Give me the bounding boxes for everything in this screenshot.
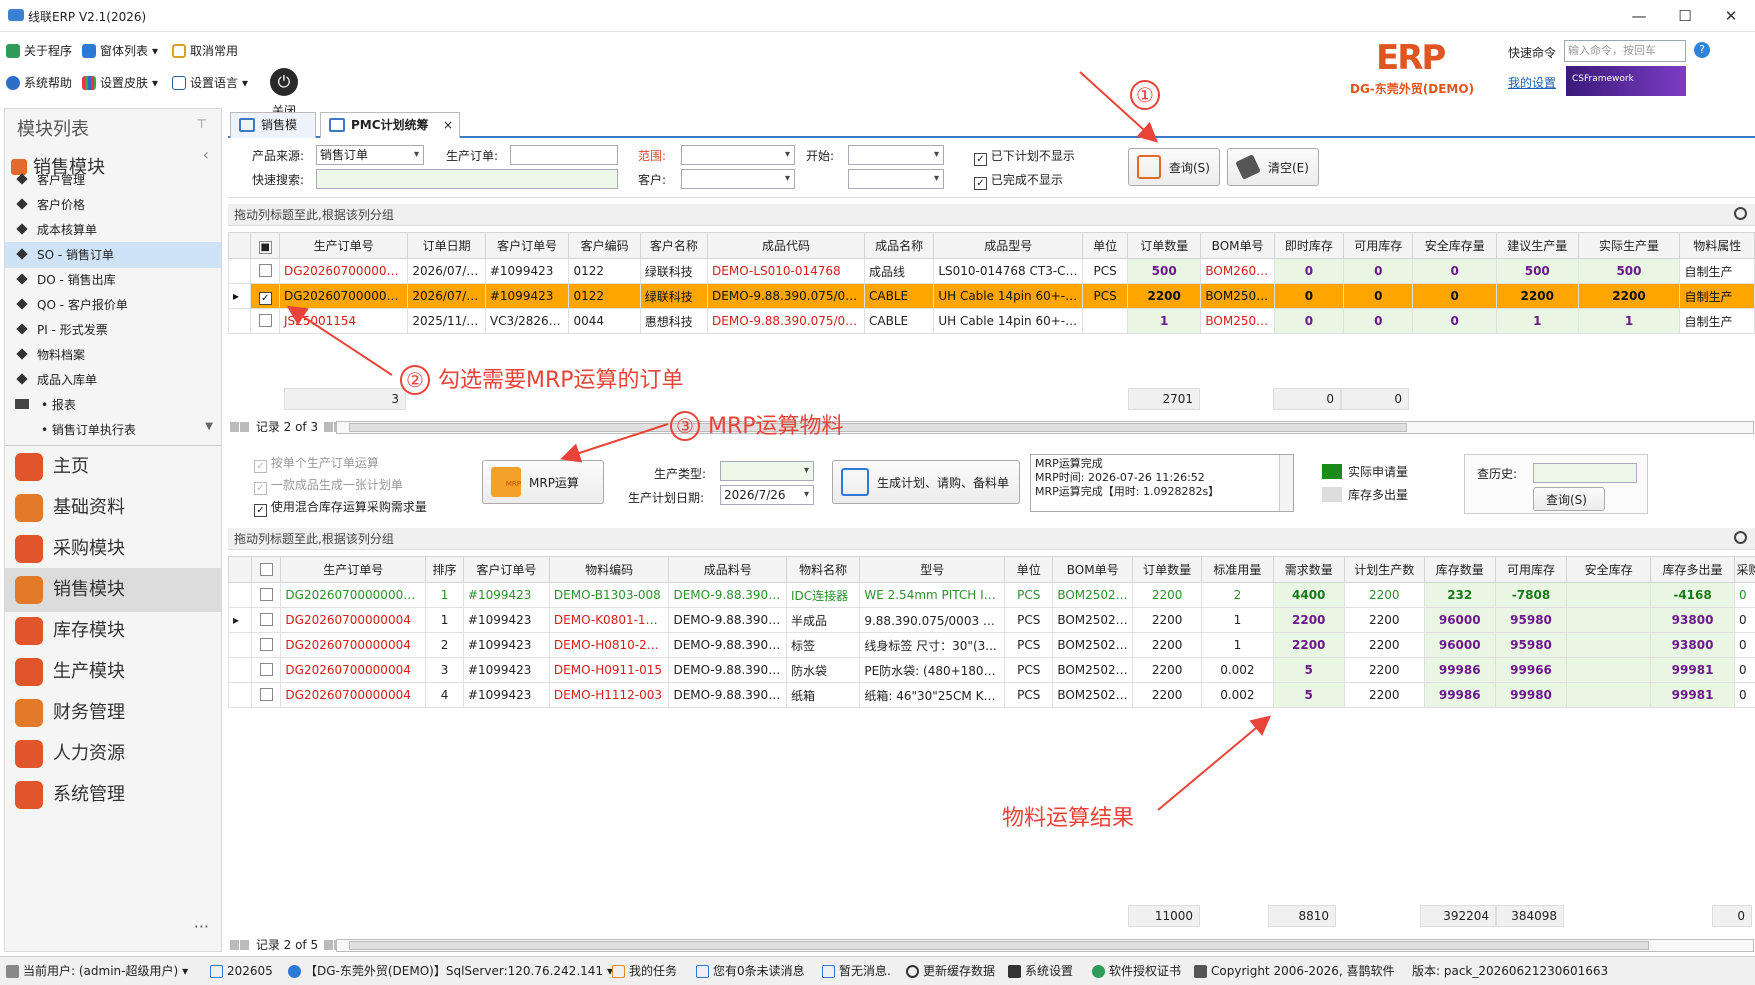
calendar-icon xyxy=(210,964,223,978)
annotation-3: ③ MRP运算物料 xyxy=(670,408,844,441)
status-settings-label: 系统设置 xyxy=(1025,964,1074,978)
dropdown-arrow-icon: ▾ xyxy=(182,964,189,978)
tools-icon xyxy=(1008,964,1021,978)
annotation-4: 物料运算结果 xyxy=(1002,800,1134,832)
status-tasks-label: 我的任务 xyxy=(629,964,678,978)
status-bar: 当前用户: (admin-超级用户) ▾ 202605 【DG-东莞外贸(DEMO… xyxy=(0,956,1755,985)
status-cache[interactable]: 更新缓存数据 xyxy=(906,957,995,985)
status-nomsg-label: 暂无消息. xyxy=(839,964,891,978)
status-user[interactable]: 当前用户: (admin-超级用户) ▾ xyxy=(6,957,188,985)
status-cache-label: 更新缓存数据 xyxy=(923,964,996,978)
annotation-text: 勾选需要MRP运算的订单 xyxy=(438,368,684,393)
status-nomsg[interactable]: 暂无消息. xyxy=(822,957,891,985)
refresh-icon xyxy=(906,964,919,978)
annotation-2: ② 勾选需要MRP运算的订单 xyxy=(400,362,684,395)
status-period[interactable]: 202605 xyxy=(210,957,273,985)
status-unread[interactable]: 您有0条未读消息 xyxy=(696,957,805,985)
annotation-number: ② xyxy=(400,365,430,395)
status-user-label: 当前用户: (admin-超级用户) xyxy=(23,964,179,978)
status-tasks[interactable]: 我的任务 xyxy=(612,957,677,985)
annotation-1: ① xyxy=(1130,80,1168,110)
status-unread-label: 您有0条未读消息 xyxy=(713,964,805,978)
status-license-label: 软件授权证书 xyxy=(1109,964,1182,978)
status-period-label: 202605 xyxy=(227,964,273,978)
annotation-text: MRP运算物料 xyxy=(708,414,844,439)
annotation-number: ③ xyxy=(670,411,700,441)
status-version-label: 版本: pack_20260621230601663 xyxy=(1412,964,1609,978)
annotation-number: ① xyxy=(1130,80,1160,110)
status-settings[interactable]: 系统设置 xyxy=(1008,957,1073,985)
user-icon xyxy=(6,964,19,978)
arrow-2 xyxy=(286,305,393,376)
arrow-3 xyxy=(560,423,669,463)
status-copyright: Copyright 2006-2026, 喜鹊软件 xyxy=(1194,957,1395,985)
status-db-label: 【DG-东莞外贸(DEMO)】SqlServer:120.76.242.141 xyxy=(305,964,604,978)
database-icon xyxy=(288,964,301,978)
bell-icon xyxy=(822,964,835,978)
message-icon xyxy=(696,964,709,978)
annotation-arrows xyxy=(286,71,1272,811)
license-icon xyxy=(1092,964,1105,978)
tasks-icon xyxy=(612,964,625,978)
status-license[interactable]: 软件授权证书 xyxy=(1092,957,1181,985)
cube-icon xyxy=(1194,964,1207,978)
arrow-4 xyxy=(1157,715,1272,811)
status-db[interactable]: 【DG-东莞外贸(DEMO)】SqlServer:120.76.242.141 ▾ xyxy=(288,957,613,985)
status-version: 版本: pack_20260621230601663 xyxy=(1412,957,1608,985)
status-copyright-label: Copyright 2006-2026, 喜鹊软件 xyxy=(1211,964,1395,978)
annotation-text: 物料运算结果 xyxy=(1002,806,1135,831)
